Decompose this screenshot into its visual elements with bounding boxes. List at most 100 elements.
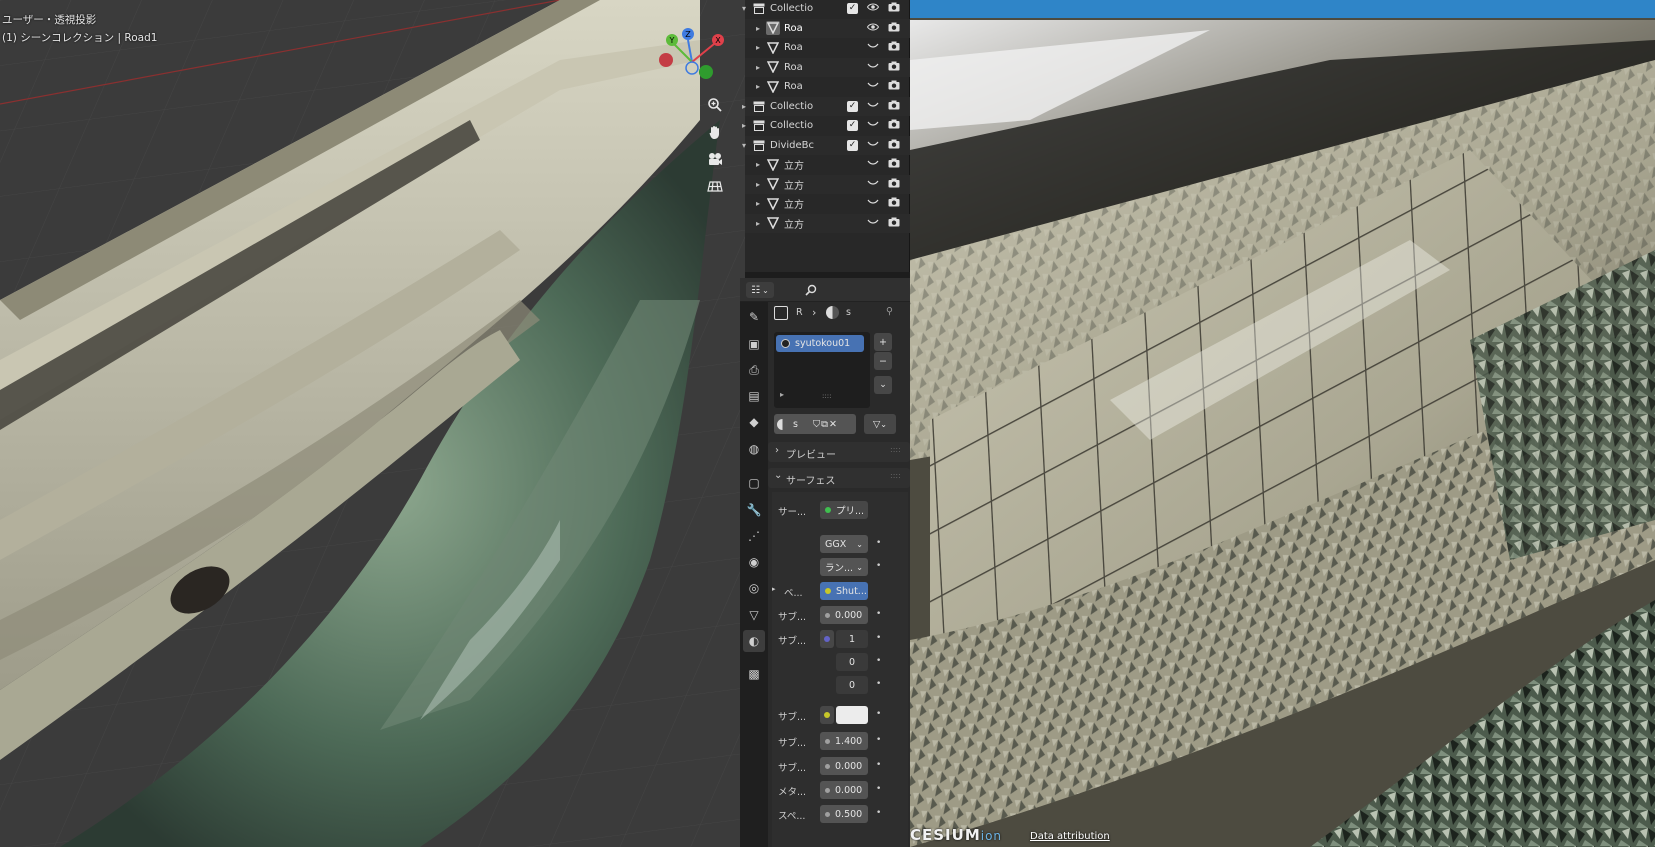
render-camera-icon[interactable] (887, 158, 901, 171)
expand-right-icon[interactable]: ▸ (753, 160, 763, 169)
base-color-field[interactable]: Shut... (820, 582, 868, 600)
drag-handle-icon[interactable]: :::: (890, 471, 901, 480)
unlink-icon[interactable]: ✕ (829, 419, 837, 430)
outliner-object-row[interactable]: ▸ 立方 (745, 155, 910, 175)
drag-handle-icon[interactable]: :::: (890, 445, 901, 454)
expand-right-icon[interactable]: ▸ (753, 43, 763, 52)
expand-right-icon[interactable]: ▸ (753, 82, 763, 91)
numeric-field[interactable]: 0.000 (820, 606, 868, 624)
eye-closed-icon[interactable] (866, 218, 880, 229)
render-view[interactable]: CESIUMion Data attribution (910, 0, 1655, 847)
particles-tab-icon[interactable]: ⋰ (743, 525, 765, 547)
view-layer-tab-icon[interactable]: ▤ (743, 385, 765, 407)
render-camera-icon[interactable] (887, 41, 901, 54)
render-camera-icon[interactable] (887, 2, 901, 15)
eye-closed-icon[interactable] (866, 120, 880, 131)
editor-type-button[interactable]: ☷ ⌄ (746, 282, 774, 298)
outliner-item-label[interactable]: 立方 (784, 216, 832, 231)
eye-closed-icon[interactable] (866, 62, 880, 73)
material-slot-item[interactable]: syutokou01 (776, 335, 864, 352)
render-camera-icon[interactable] (887, 217, 901, 230)
world-tab-icon[interactable]: ◍ (743, 438, 765, 460)
object-tab-icon[interactable]: ▢ (743, 472, 765, 494)
subsurface-method-dropdown[interactable]: ラン... ⌄ (820, 558, 868, 576)
vector-component-field[interactable]: 0 (836, 676, 868, 694)
numeric-field[interactable]: 0.000 (820, 757, 868, 775)
outliner-collection-row[interactable]: ▸ Collectio ✓ (742, 96, 910, 116)
surface-shader-field[interactable]: プリ... (820, 501, 868, 519)
render-title-bar[interactable] (910, 0, 1655, 18)
eye-closed-icon[interactable] (866, 101, 880, 112)
distribution-dropdown[interactable]: GGX ⌄ (820, 535, 868, 553)
outliner-item-label[interactable]: 立方 (784, 157, 832, 172)
gizmo-neg-x[interactable] (659, 53, 673, 67)
render-camera-icon[interactable] (887, 61, 901, 74)
scene-tab-icon[interactable]: ◆ (743, 411, 765, 433)
numeric-field[interactable]: 0.500 (820, 805, 868, 823)
keyframe-dot[interactable]: • (876, 679, 881, 689)
keyframe-dot[interactable]: • (876, 784, 881, 794)
pin-icon[interactable]: ⚲ (886, 306, 893, 317)
camera-icon[interactable] (702, 146, 728, 172)
keyframe-dot[interactable]: • (876, 808, 881, 818)
slot-menu-button[interactable]: ⌄ (874, 376, 892, 394)
outliner-item-label[interactable]: Roa (784, 81, 832, 92)
duplicate-icon[interactable]: ⧉ (821, 419, 828, 430)
material-tab-icon[interactable]: ◐ (743, 630, 765, 652)
render-camera-icon[interactable] (887, 22, 901, 35)
expand-right-icon[interactable]: ▸ (739, 102, 749, 111)
outliner-item-label[interactable]: Roa (784, 42, 832, 53)
render-camera-icon[interactable] (887, 100, 901, 113)
eye-closed-icon[interactable] (866, 42, 880, 53)
expand-right-icon[interactable]: ▸ (739, 121, 749, 130)
vector-component-field[interactable]: 1 (836, 630, 868, 648)
modifier-tab-icon[interactable]: 🔧 (743, 499, 765, 521)
preview-panel-header[interactable]: › プレビュー :::: (768, 442, 910, 462)
3d-viewport[interactable]: ユーザー・透視投影 (1) シーンコレクション | Road1 Y Z X (0, 0, 745, 847)
breadcrumb-material[interactable]: s (846, 307, 851, 318)
tool-tab-icon[interactable]: ✎ (743, 306, 765, 328)
output-tab-icon[interactable]: ⎙ (743, 359, 765, 381)
outliner-object-row[interactable]: ▸ Roa (745, 38, 910, 58)
eye-closed-icon[interactable] (866, 81, 880, 92)
link-type-dropdown[interactable]: ▽ ⌄ (864, 414, 896, 434)
outliner-object-row[interactable]: ▸ Roa (745, 18, 910, 38)
outliner-object-row[interactable]: ▸ 立方 (745, 213, 910, 233)
hand-icon[interactable] (702, 119, 728, 145)
color-socket-button[interactable] (820, 706, 834, 724)
keyframe-dot[interactable]: • (876, 656, 881, 666)
data-attribution-link[interactable]: Data attribution (1030, 831, 1110, 842)
keyframe-dot[interactable]: • (876, 760, 881, 770)
render-camera-icon[interactable] (887, 139, 901, 152)
properties-panel[interactable]: ☷ ⌄ ✎ ▣ ⎙ ▤ ◆ ◍ ▢ 🔧 ⋰ ◉ ◎ ▽ ◐ ▩ R › s ⚲ s… (740, 278, 910, 847)
expand-icon[interactable]: ▸ (780, 390, 784, 399)
render-tab-icon[interactable]: ▣ (743, 333, 765, 355)
eye-closed-icon[interactable] (866, 140, 880, 151)
exclude-checkbox[interactable]: ✓ (847, 100, 858, 112)
gizmo-neg-z[interactable] (685, 61, 699, 75)
render-camera-icon[interactable] (887, 80, 901, 93)
remove-slot-button[interactable]: − (874, 352, 892, 370)
surface-panel-header[interactable]: ⌄ サーフェス :::: (768, 468, 910, 488)
eye-icon[interactable] (866, 23, 880, 34)
grid-icon[interactable] (702, 173, 728, 199)
outliner-item-label[interactable]: Collectio (770, 101, 818, 112)
keyframe-dot[interactable]: • (876, 709, 881, 719)
outliner-item-label[interactable]: Roa (784, 23, 832, 34)
expand-down-icon[interactable]: ▾ (739, 4, 749, 13)
zoom-icon[interactable] (702, 92, 728, 118)
gizmo-neg-y[interactable] (699, 65, 713, 79)
exclude-checkbox[interactable]: ✓ (847, 3, 858, 15)
expand-right-icon[interactable]: ▸ (753, 180, 763, 189)
outliner-item-label[interactable]: Collectio (770, 3, 818, 14)
numeric-field[interactable]: 0.000 (820, 781, 868, 799)
numeric-field[interactable]: 1.400 (820, 732, 868, 750)
keyframe-dot[interactable]: • (876, 561, 881, 571)
texture-tab-icon[interactable]: ▩ (743, 663, 765, 685)
outliner-collection-row[interactable]: ▸ Collectio ✓ (742, 116, 910, 136)
navigation-gizmo[interactable]: Y Z X (646, 20, 742, 90)
eye-closed-icon[interactable] (866, 198, 880, 209)
outliner-collection-row[interactable]: ▾ Collectio ✓ (742, 0, 910, 19)
outliner-object-row[interactable]: ▸ Roa (745, 57, 910, 77)
add-slot-button[interactable]: + (874, 333, 892, 351)
